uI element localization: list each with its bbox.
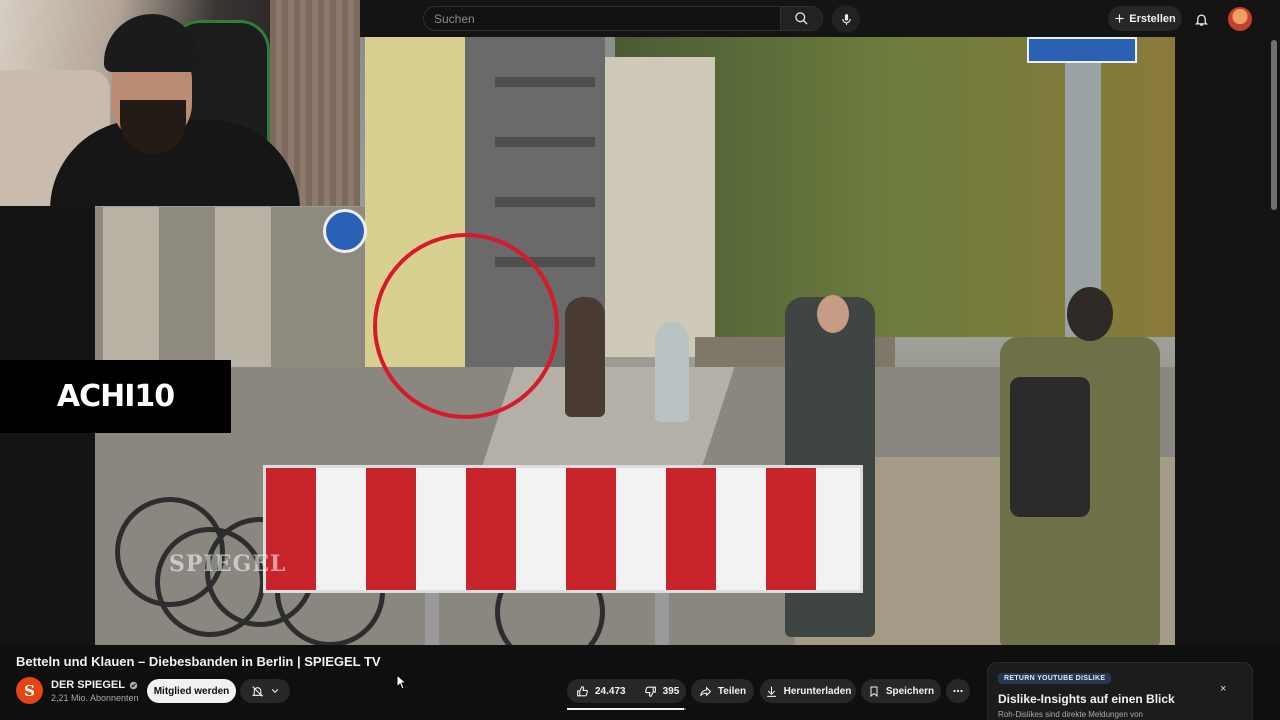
pedestrian-head [817, 295, 849, 333]
subscriber-count: 2,21 Mio. Abonnenten [51, 693, 139, 703]
more-horizontal-icon [953, 689, 963, 693]
download-button[interactable]: Herunterladen [760, 679, 856, 703]
backpack [1010, 377, 1090, 517]
notifications-button[interactable] [1188, 6, 1214, 32]
save-button[interactable]: Speichern [861, 679, 941, 703]
striped-barrier [263, 465, 863, 593]
share-icon [700, 685, 712, 697]
save-label: Speichern [885, 685, 935, 697]
channel-logo-letter: S [24, 681, 35, 700]
channel-name: DER SPIEGEL [51, 679, 125, 691]
verified-icon [129, 681, 138, 689]
ryd-badge: RETURN YOUTUBE DISLIKE [998, 673, 1112, 684]
channel-avatar[interactable]: S [16, 677, 43, 704]
search-bar [423, 6, 823, 31]
download-icon [766, 686, 776, 697]
share-button[interactable]: Teilen [691, 679, 754, 703]
like-ratio-fill [567, 708, 685, 710]
download-label: Herunterladen [783, 685, 852, 697]
barrier-leg [425, 593, 439, 645]
thumbs-up-icon [577, 685, 588, 696]
search-button[interactable] [780, 7, 822, 30]
like-button[interactable]: 24.473 [567, 679, 635, 703]
video-player[interactable]: SPIEGEL S ACHI10 [0, 0, 1280, 645]
create-label: Erstellen [1129, 12, 1176, 25]
spiegel-watermark: SPIEGEL [169, 551, 287, 577]
ryd-title: Dislike-Insights auf einen Blick [998, 692, 1175, 706]
bell-off-icon [251, 685, 263, 697]
bike-sign [323, 209, 367, 253]
mouse-cursor-icon [396, 674, 408, 690]
subscription-notify-button[interactable] [240, 679, 290, 703]
search-icon [795, 12, 808, 25]
join-membership-button[interactable]: Mitglied werden [147, 679, 236, 703]
video-title: Betteln und Klauen – Diebesbanden in Ber… [16, 654, 381, 669]
microphone-icon [841, 13, 851, 25]
like-ratio-bar [567, 708, 686, 710]
chevron-down-icon [271, 688, 278, 693]
pedestrian [565, 297, 605, 417]
channel-name-link[interactable]: DER SPIEGEL [51, 679, 138, 691]
plus-icon [1115, 14, 1124, 23]
street-sign [1027, 37, 1137, 63]
dislike-ratio-fill [684, 708, 686, 710]
bell-icon [1194, 14, 1208, 26]
pedestrian [655, 322, 689, 422]
webcam-overlay [0, 0, 360, 206]
account-avatar[interactable] [1228, 7, 1252, 31]
more-actions-button[interactable] [946, 679, 970, 703]
streamer-brand-banner: ACHI10 [0, 360, 231, 433]
dislike-count: 395 [662, 685, 680, 697]
building-cream [605, 57, 715, 357]
brand-text: ACHI10 [56, 379, 175, 414]
search-input[interactable] [424, 7, 780, 30]
thumbs-down-icon [644, 686, 656, 697]
pedestrian-head [1067, 287, 1113, 341]
dislike-button[interactable]: 395 [635, 679, 686, 703]
like-count: 24.473 [595, 685, 626, 697]
like-dislike-group: 24.473 395 [567, 679, 686, 703]
ryd-subtitle: Roh-Dislikes sind direkte Meldungen von [998, 710, 1143, 719]
barrier-leg [655, 593, 669, 645]
share-label: Teilen [717, 685, 747, 697]
bookmark-icon [870, 686, 878, 697]
voice-search-button[interactable] [832, 5, 860, 33]
highlight-circle [373, 233, 559, 419]
create-button[interactable]: Erstellen [1108, 6, 1182, 31]
close-icon[interactable]: × [1220, 683, 1226, 695]
return-youtube-dislike-panel: RETURN YOUTUBE DISLIKE Dislike-Insights … [987, 662, 1253, 720]
page-scrollbar[interactable] [1271, 40, 1277, 210]
